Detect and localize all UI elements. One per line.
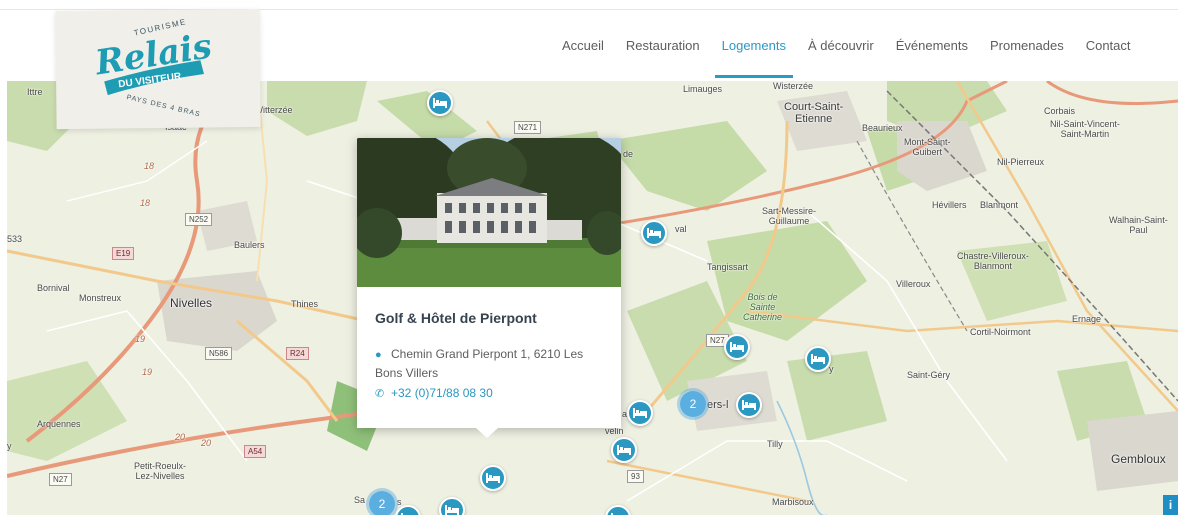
road-label-20a: 20	[175, 432, 186, 442]
popup-arrow	[476, 428, 498, 438]
lodging-marker[interactable]	[641, 220, 667, 246]
map-attribution-info-button[interactable]: i	[1163, 495, 1178, 515]
map-label-val: val	[675, 224, 687, 234]
road-label-18b: 18	[140, 198, 151, 208]
marker-cluster[interactable]: 2	[677, 388, 709, 420]
road-shield-n27-left: N27	[49, 473, 72, 486]
map-label-y-fragment: y	[829, 364, 834, 374]
road-shield-n252: N252	[185, 213, 213, 226]
nav-item-a-decouvrir[interactable]: À découvrir	[808, 38, 874, 72]
road-shield-e19: E19	[112, 247, 135, 260]
lodging-popup: Golf & Hôtel de Pierpont ● Chemin Grand P…	[357, 138, 621, 438]
map-label-corbais: Corbais	[1044, 106, 1076, 116]
bed-icon	[633, 408, 647, 418]
map-label-cortil-noirmont: Cortil-Noirmont	[970, 327, 1031, 337]
map-label-sa-fragment: Sa	[354, 495, 366, 505]
nav-item-promenades[interactable]: Promenades	[990, 38, 1064, 72]
road-label-19a: 19	[135, 334, 146, 344]
map-label-tilly: Tilly	[767, 439, 783, 449]
map-label-walhain: Walhain-Saint- Paul	[1109, 215, 1168, 235]
map-label-gembloux: Gembloux	[1111, 452, 1166, 466]
map-label-villeroux: Villeroux	[896, 279, 931, 289]
road-label-19b: 19	[142, 367, 153, 377]
map-label-blanmont: Blanmont	[980, 200, 1019, 210]
map-label-nil-saint-vincent: Nil-Saint-Vincent- Saint-Martin	[1050, 119, 1120, 139]
bed-icon	[742, 400, 756, 410]
map-label-chastre: Chastre-Villeroux- Blanmont	[957, 251, 1029, 271]
road-label-18a: 18	[144, 161, 155, 171]
map-label-de-fragment: de	[623, 149, 634, 159]
map-label-monstreux: Monstreux	[79, 293, 122, 303]
map-label-sart-messire: Sart-Messire- Guillaume	[762, 206, 817, 226]
map-label-bornival: Bornival	[37, 283, 70, 293]
road-label-533: 533	[7, 234, 23, 244]
popup-phone-text[interactable]: +32 (0)71/88 08 30	[391, 386, 493, 400]
map-label-arquennes: Arquennes	[37, 419, 81, 429]
popup-address-text: Chemin Grand Pierpont 1, 6210 Les Bons V…	[375, 347, 584, 380]
lodging-marker[interactable]	[627, 400, 653, 426]
main-navigation: Accueil Restauration Logements À découvr…	[562, 38, 1131, 78]
map-label-nivelles: Nivelles	[170, 296, 213, 310]
bed-icon	[730, 342, 744, 352]
map-label-tangissart: Tangissart	[707, 262, 749, 272]
lodging-marker[interactable]	[611, 437, 637, 463]
bed-icon	[647, 228, 661, 238]
map-label-wisterzee: Wisterzée	[773, 81, 814, 91]
map-label-ers-l: ers-l	[707, 399, 729, 411]
map-label-mont-saint-guibert: Mont-Saint- Guibert	[904, 137, 951, 157]
road-shield-a54: A54	[244, 445, 267, 458]
bed-icon	[445, 505, 459, 515]
map-marker-icon: ●	[375, 349, 382, 361]
bed-icon	[811, 354, 825, 364]
lodging-marker[interactable]	[480, 465, 506, 491]
map-label-court-saint-etienne: Court-Saint- Etienne	[784, 101, 844, 125]
popup-title: Golf & Hôtel de Pierpont	[375, 310, 537, 326]
popup-address: ● Chemin Grand Pierpont 1, 6210 Les Bons …	[375, 345, 611, 382]
lodging-marker[interactable]	[805, 346, 831, 372]
map-label-limauges: Limauges	[683, 84, 723, 94]
map-label-baulers: Baulers	[234, 240, 265, 250]
road-shield-93: 93	[627, 470, 644, 483]
bed-icon	[617, 445, 631, 455]
map-label-petit-roeulx: Petit-Roeulx- Lez-Nivelles	[134, 461, 187, 481]
phone-icon: ✆	[375, 388, 385, 400]
lodging-marker[interactable]	[724, 334, 750, 360]
bed-icon	[433, 98, 447, 108]
map-label-beaurieux: Beaurieux	[862, 123, 903, 133]
road-shield-n271: N271	[514, 121, 542, 134]
map-label-nil-pierreux: Nil-Pierreux	[997, 157, 1045, 167]
logo-bottom-text: PAYS DES 4 BRAS	[126, 94, 201, 118]
nav-item-evenements[interactable]: Événements	[896, 38, 968, 72]
map-label-bois-sainte-catherine: Bois de Sainte Catherine	[743, 292, 783, 322]
marker-cluster[interactable]: 2	[366, 488, 398, 515]
lodging-marker[interactable]	[427, 90, 453, 116]
road-shield-r24: R24	[286, 347, 309, 360]
nav-item-accueil[interactable]: Accueil	[562, 38, 604, 72]
map-label-saint-gery: Saint-Géry	[907, 370, 951, 380]
road-label-20b: 20	[201, 438, 212, 448]
road-label-y: y	[7, 441, 12, 451]
lodging-marker[interactable]	[736, 392, 762, 418]
map-label-marbisoux: Marbisoux	[772, 497, 814, 507]
map-label-ittre: Ittre	[27, 87, 43, 97]
nav-item-logements[interactable]: Logements	[714, 38, 794, 78]
popup-phone[interactable]: ✆ +32 (0)71/88 08 30	[375, 386, 493, 400]
map-label-ernage: Ernage	[1072, 314, 1102, 324]
site-logo[interactable]: TOURISME Relais DU VISITEUR PAYS DES 4 B…	[55, 8, 261, 130]
road-shield-n586: N586	[205, 347, 233, 360]
bed-icon	[486, 473, 500, 483]
nav-item-restauration[interactable]: Restauration	[626, 38, 700, 72]
nav-item-contact[interactable]: Contact	[1086, 38, 1131, 72]
lodging-photo	[357, 138, 621, 287]
map-label-hevillers: Hévillers	[932, 200, 967, 210]
map-label-thines: Thines	[291, 299, 319, 309]
